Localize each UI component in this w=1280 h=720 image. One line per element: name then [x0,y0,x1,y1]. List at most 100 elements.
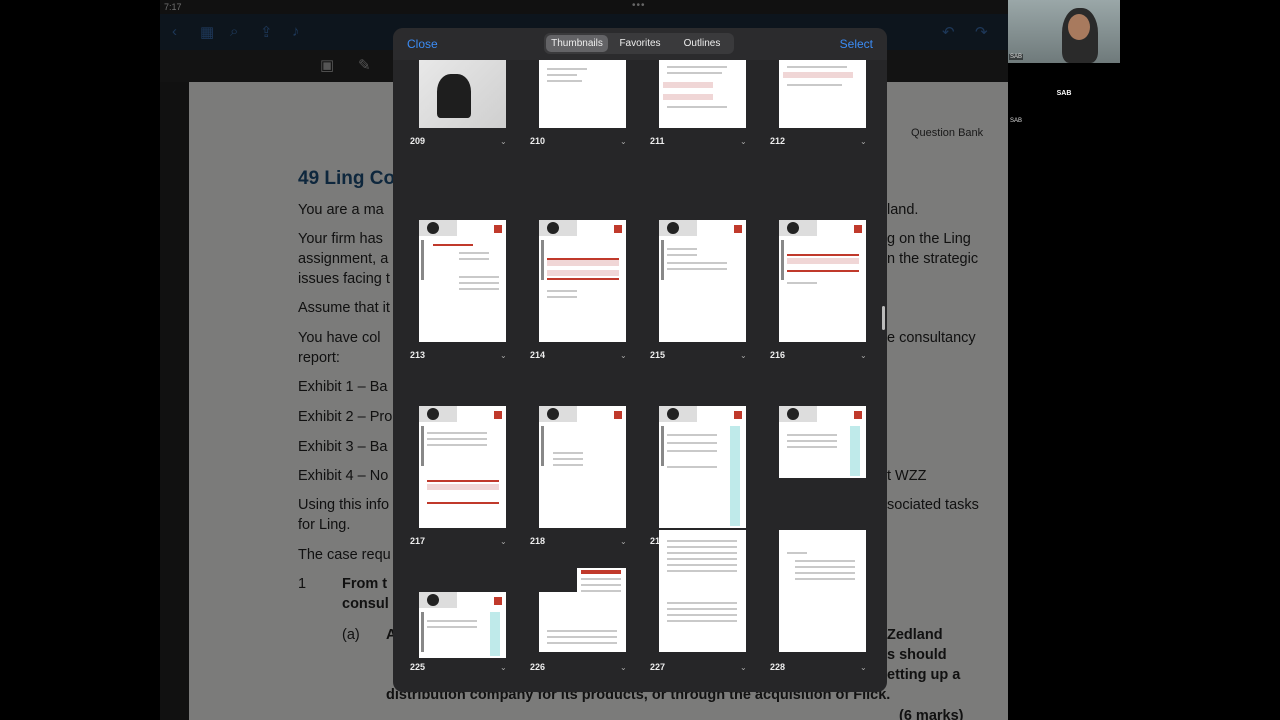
thumbnail-page-213[interactable]: 213 ⌄ [410,220,507,360]
chevron-down-icon[interactable]: ⌄ [500,537,507,546]
thumbnail-page-218[interactable]: 218 ⌄ [530,406,627,546]
header-image [779,220,817,236]
page-number: 210 [530,136,546,146]
side-label [421,240,424,280]
text-line [547,68,587,70]
chevron-down-icon[interactable]: ⌄ [500,351,507,360]
scroll-indicator[interactable] [882,306,885,330]
page-thumbnail[interactable] [419,60,506,128]
margin-note [730,426,740,526]
text-line [553,464,583,466]
thumbnail-page-209[interactable]: 209 ⌄ [410,60,507,178]
chevron-down-icon[interactable]: ⌄ [620,663,627,672]
page-thumbnail[interactable] [659,406,746,528]
page-thumbnail[interactable] [419,220,506,342]
select-button[interactable]: Select [840,37,873,51]
thumbnail-page-211[interactable]: 211 ⌄ [650,60,747,178]
thumbnail-page-228[interactable]: 228 ⌄ [770,530,867,672]
page-thumbnail[interactable] [419,406,506,528]
chevron-down-icon[interactable]: ⌄ [740,663,747,672]
side-label [661,426,664,466]
page-number: 227 [650,662,666,672]
chevron-down-icon[interactable]: ⌄ [740,137,747,146]
text-line [667,552,737,554]
text-line [787,440,837,442]
text-line [667,254,697,256]
table-rule [547,258,619,260]
text-line [667,546,737,548]
thumbnail-page-225[interactable]: 225 ⌄ [410,592,507,672]
thumbnail-page-217[interactable]: 217 ⌄ [410,406,507,546]
chevron-down-icon[interactable]: ⌄ [860,137,867,146]
text-line [581,584,621,586]
chevron-down-icon[interactable]: ⌄ [860,663,867,672]
page-thumbnail[interactable] [539,568,626,652]
page-thumbnail[interactable] [659,60,746,128]
tab-favorites[interactable]: Favorites [610,35,670,52]
side-label [661,240,664,280]
chevron-down-icon[interactable]: ⌄ [620,137,627,146]
logo-mark [734,225,742,233]
text-line [547,290,577,292]
thumbnail-page-220[interactable] [770,406,866,482]
text-line [667,564,737,566]
header-image [419,592,457,608]
page-number: 217 [410,536,426,546]
page-thumbnail[interactable] [779,406,866,478]
participant-video[interactable]: SAB [1008,0,1120,63]
chevron-down-icon[interactable]: ⌄ [620,537,627,546]
text-line [459,282,499,284]
table-header [581,570,621,574]
page-thumbnail[interactable] [659,220,746,342]
participant-tag: SAB [1009,118,1024,124]
chevron-down-icon[interactable]: ⌄ [740,351,747,360]
thumbnail-page-226[interactable]: 226 ⌄ [530,568,627,672]
header-image [779,406,817,422]
thumbnail-page-212[interactable]: 212 ⌄ [770,60,867,178]
table-band [427,484,499,490]
chevron-down-icon[interactable]: ⌄ [500,137,507,146]
thumbnail-page-215[interactable]: 215 ⌄ [650,220,747,360]
table-rule [427,480,499,482]
text-line [667,106,727,108]
text-line [667,614,737,616]
participant-name: SAB [1056,90,1072,97]
logo-mark [734,411,742,419]
chevron-down-icon[interactable]: ⌄ [620,351,627,360]
chevron-down-icon[interactable]: ⌄ [860,351,867,360]
table-band [663,94,713,100]
page-thumbnail[interactable] [779,60,866,128]
text-line [547,642,617,644]
chevron-down-icon[interactable]: ⌄ [500,663,507,672]
page-thumbnail[interactable] [539,406,626,528]
page-thumbnail[interactable] [779,530,866,652]
text-line [427,444,487,446]
text-line [795,560,855,562]
page-thumbnail[interactable] [659,530,746,652]
text-line [667,602,737,604]
heading-rule [433,244,473,246]
page-thumbnail[interactable] [539,220,626,342]
text-line [795,578,855,580]
text-line [459,276,499,278]
thumbnail-page-210[interactable]: 210 ⌄ [530,60,627,178]
text-line [667,72,722,74]
tab-thumbnails[interactable]: Thumbnails [546,35,608,52]
text-line [667,450,717,452]
participant-face [1068,14,1090,40]
close-button[interactable]: Close [407,37,438,51]
text-line [667,570,737,572]
thumbnail-page-216[interactable]: 216 ⌄ [770,220,867,360]
thumbnail-page-214[interactable]: 214 ⌄ [530,220,627,360]
ipad-screen-share: 7:17 ••• ‹ ▦ ⌕ ⇪ ♪ ↶ ↷ ▣ ✎ Question Bank… [160,0,1008,720]
view-segmented-control: Thumbnails Favorites Outlines [544,33,734,54]
page-thumbnail[interactable] [539,60,626,128]
thumbnail-page-227[interactable]: 227 ⌄ [650,530,747,672]
side-label [421,612,424,652]
table-band [663,82,713,88]
text-line [427,438,487,440]
thumbnail-page-219[interactable]: 219 ⌄ [650,406,747,546]
tab-outlines[interactable]: Outlines [672,35,732,52]
page-thumbnail[interactable] [779,220,866,342]
page-thumbnail[interactable] [419,592,506,658]
